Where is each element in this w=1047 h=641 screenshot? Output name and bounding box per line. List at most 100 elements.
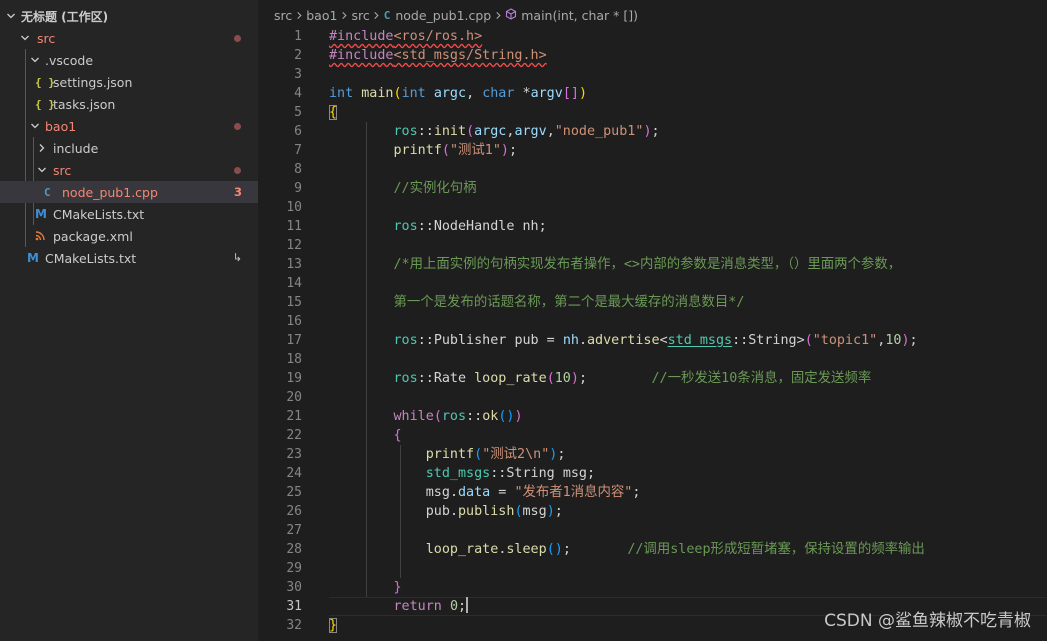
code-line: ros::NodeHandle nh; [393, 219, 547, 234]
line-number: 4 [294, 86, 302, 101]
tree-folder-vscode[interactable]: .vscode [0, 49, 258, 71]
token: "发布者1消息内容" [514, 485, 633, 500]
token: ros [393, 333, 418, 348]
line-number: 26 [286, 504, 302, 519]
comment: //一秒发送10条消息，固定发送频率 [651, 371, 872, 386]
token: pub [425, 504, 450, 519]
breadcrumb-item[interactable]: node_pub1.cpp [395, 8, 491, 23]
line-number: 25 [286, 485, 302, 500]
tree-file-node-pub1-cpp[interactable]: C node_pub1.cpp 3 [0, 181, 258, 203]
line-number: 12 [286, 238, 302, 253]
token: ok [482, 409, 499, 424]
line-number: 16 [286, 314, 302, 329]
token: sleep [506, 542, 547, 557]
tree-item-label: .vscode [45, 52, 94, 68]
token: "topic1" [812, 333, 878, 348]
tree-folder-src[interactable]: src [0, 27, 258, 49]
explorer-sidebar: 无标题 (工作区) src .vscode { } settings.json … [0, 0, 258, 641]
line-number: 6 [294, 124, 302, 139]
token: char [482, 86, 515, 101]
token: argv [530, 86, 563, 101]
code-line: } [329, 618, 338, 633]
cmake-file-icon: M [35, 207, 47, 221]
line-number: 23 [286, 447, 302, 462]
token: argv [514, 124, 547, 139]
workspace-title: 无标题 (工作区) [21, 9, 109, 24]
breadcrumb-item[interactable]: src [274, 8, 292, 23]
token: return [393, 599, 442, 614]
chevron-down-icon [28, 115, 42, 137]
comment: /*用上面实例的句柄实现发布者操作，<>内部的参数是消息类型，（）里面两个参数， [393, 257, 902, 272]
comment: //实例化句柄 [393, 181, 477, 196]
token: "测试1" [449, 143, 501, 158]
token: ros [393, 219, 418, 234]
token: nh [562, 333, 579, 348]
token: 10 [554, 371, 571, 386]
breadcrumb-item[interactable]: bao1 [306, 8, 337, 23]
token: <std_msgs/String.h> [393, 48, 547, 63]
cpp-file-icon: C [44, 185, 51, 199]
token: argc [474, 124, 507, 139]
code-line: msg.data = "发布者1消息内容"; [425, 485, 641, 500]
code-line: #include<std_msgs/String.h> [329, 46, 547, 65]
code-line: //实例化句柄 [329, 179, 477, 198]
breadcrumb-item[interactable]: src [351, 8, 369, 23]
code-line: pub.publish(msg); [425, 504, 563, 519]
token: printf [425, 447, 475, 462]
token: "node_pub1" [554, 124, 644, 139]
token: printf [393, 143, 442, 158]
tree-file-tasks-json[interactable]: { } tasks.json [0, 93, 258, 115]
code-line: int main(int argc, char *argv[]) [329, 86, 587, 101]
chevron-right-icon [370, 11, 384, 20]
tree-file-settings-json[interactable]: { } settings.json [0, 71, 258, 93]
tree-file-cmakelists-bao1[interactable]: M CMakeLists.txt [0, 203, 258, 225]
line-number: 5 [294, 105, 302, 120]
tree-item-label: package.xml [53, 228, 133, 244]
code-line: ros::init(argc,argv,"node_pub1"); [393, 124, 660, 139]
token: msg [562, 466, 587, 481]
token: int [329, 86, 354, 101]
line-number: 3 [294, 67, 302, 82]
breadcrumb: src bao1 src C node_pub1.cpp main(int, c… [274, 5, 638, 25]
tree-item-label: CMakeLists.txt [45, 250, 137, 266]
token: ros [393, 371, 418, 386]
tree-file-package-xml[interactable]: package.xml [0, 225, 258, 247]
code-line: /*用上面实例的句柄实现发布者操作，<>内部的参数是消息类型，（）里面两个参数， [329, 255, 902, 274]
tree-file-cmakelists-root[interactable]: M CMakeLists.txt ↳ [0, 247, 258, 269]
token: publish [458, 504, 515, 519]
code-line: 第一个是发布的话题名称，第二个是最大缓存的消息数目*/ [329, 293, 745, 312]
line-number: 7 [294, 143, 302, 158]
problem-count-badge: 3 [233, 185, 242, 199]
tree-item-label: src [53, 162, 72, 178]
code-line: printf("测试2\n"); [425, 447, 566, 462]
tree-folder-bao1[interactable]: bao1 [0, 115, 258, 137]
chevron-down-icon [28, 49, 42, 71]
token: "测试2\n" [482, 447, 550, 462]
line-number: 15 [286, 295, 302, 310]
watermark: CSDN @鲨鱼辣椒不吃青椒 [824, 611, 1031, 631]
token: 0 [449, 599, 458, 614]
line-number: 21 [286, 409, 302, 424]
chevron-down-icon [4, 5, 18, 27]
line-number: 17 [286, 333, 302, 348]
chevron-down-icon [18, 27, 32, 49]
code-line: printf("测试1"); [393, 143, 518, 158]
code-editor[interactable]: src bao1 src C node_pub1.cpp main(int, c… [258, 0, 1047, 641]
token: main [361, 86, 394, 101]
token: init [433, 124, 467, 139]
json-file-icon: { } [35, 97, 55, 111]
token: loop_rate [425, 542, 499, 557]
token: while [393, 409, 434, 424]
error-dot [234, 123, 241, 130]
breadcrumb-item[interactable]: main(int, char * []) [521, 8, 638, 23]
code-line: { [329, 105, 338, 120]
code-line: std_msgs::String msg; [425, 466, 596, 481]
token: msg [522, 504, 547, 519]
tree-folder-include[interactable]: include [0, 137, 258, 159]
workspace-root[interactable]: 无标题 (工作区) [0, 5, 258, 27]
comment: 第一个是发布的话题名称，第二个是最大缓存的消息数目*/ [393, 295, 745, 310]
token: std_msgs [667, 333, 733, 348]
line-number: 28 [286, 542, 302, 557]
tree-folder-src-inner[interactable]: src [0, 159, 258, 181]
line-number: 29 [286, 561, 302, 576]
